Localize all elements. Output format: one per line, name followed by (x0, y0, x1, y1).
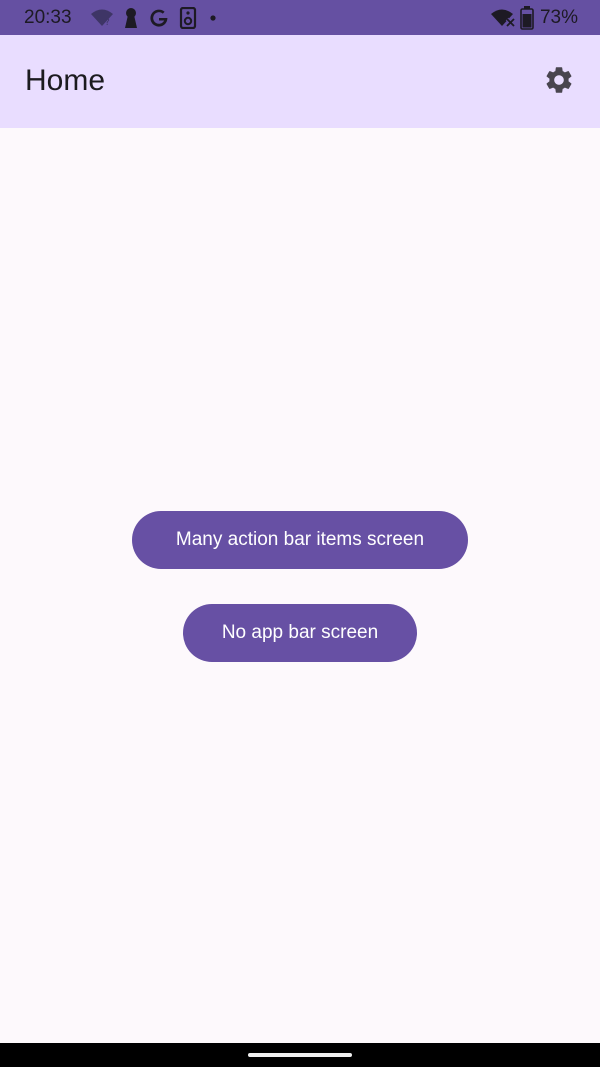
wifi-question-icon: ? (90, 8, 114, 28)
battery-icon (520, 6, 534, 30)
many-action-bar-items-button[interactable]: Many action bar items screen (132, 511, 468, 569)
dot-icon (206, 11, 220, 25)
app-bar: Home (0, 35, 600, 128)
status-icons-left: ? (90, 6, 220, 30)
svg-text:?: ? (105, 18, 110, 28)
battery-percent: 73% (539, 7, 578, 28)
settings-button[interactable] (539, 62, 579, 102)
no-app-bar-button[interactable]: No app bar screen (183, 604, 417, 662)
gear-icon (543, 64, 575, 101)
google-g-icon (148, 7, 170, 29)
keyhole-icon (123, 7, 139, 29)
page-title: Home (25, 64, 106, 97)
status-time: 20:33 (24, 7, 72, 28)
status-bar: 20:33 ? 73% (0, 0, 600, 35)
wifi-off-icon (490, 8, 516, 28)
status-icons-right: 73% (490, 6, 578, 30)
gesture-handle[interactable] (248, 1053, 352, 1057)
navigation-bar (0, 1043, 600, 1067)
speaker-icon (179, 7, 197, 29)
main-content: Many action bar items screen No app bar … (0, 128, 600, 1043)
